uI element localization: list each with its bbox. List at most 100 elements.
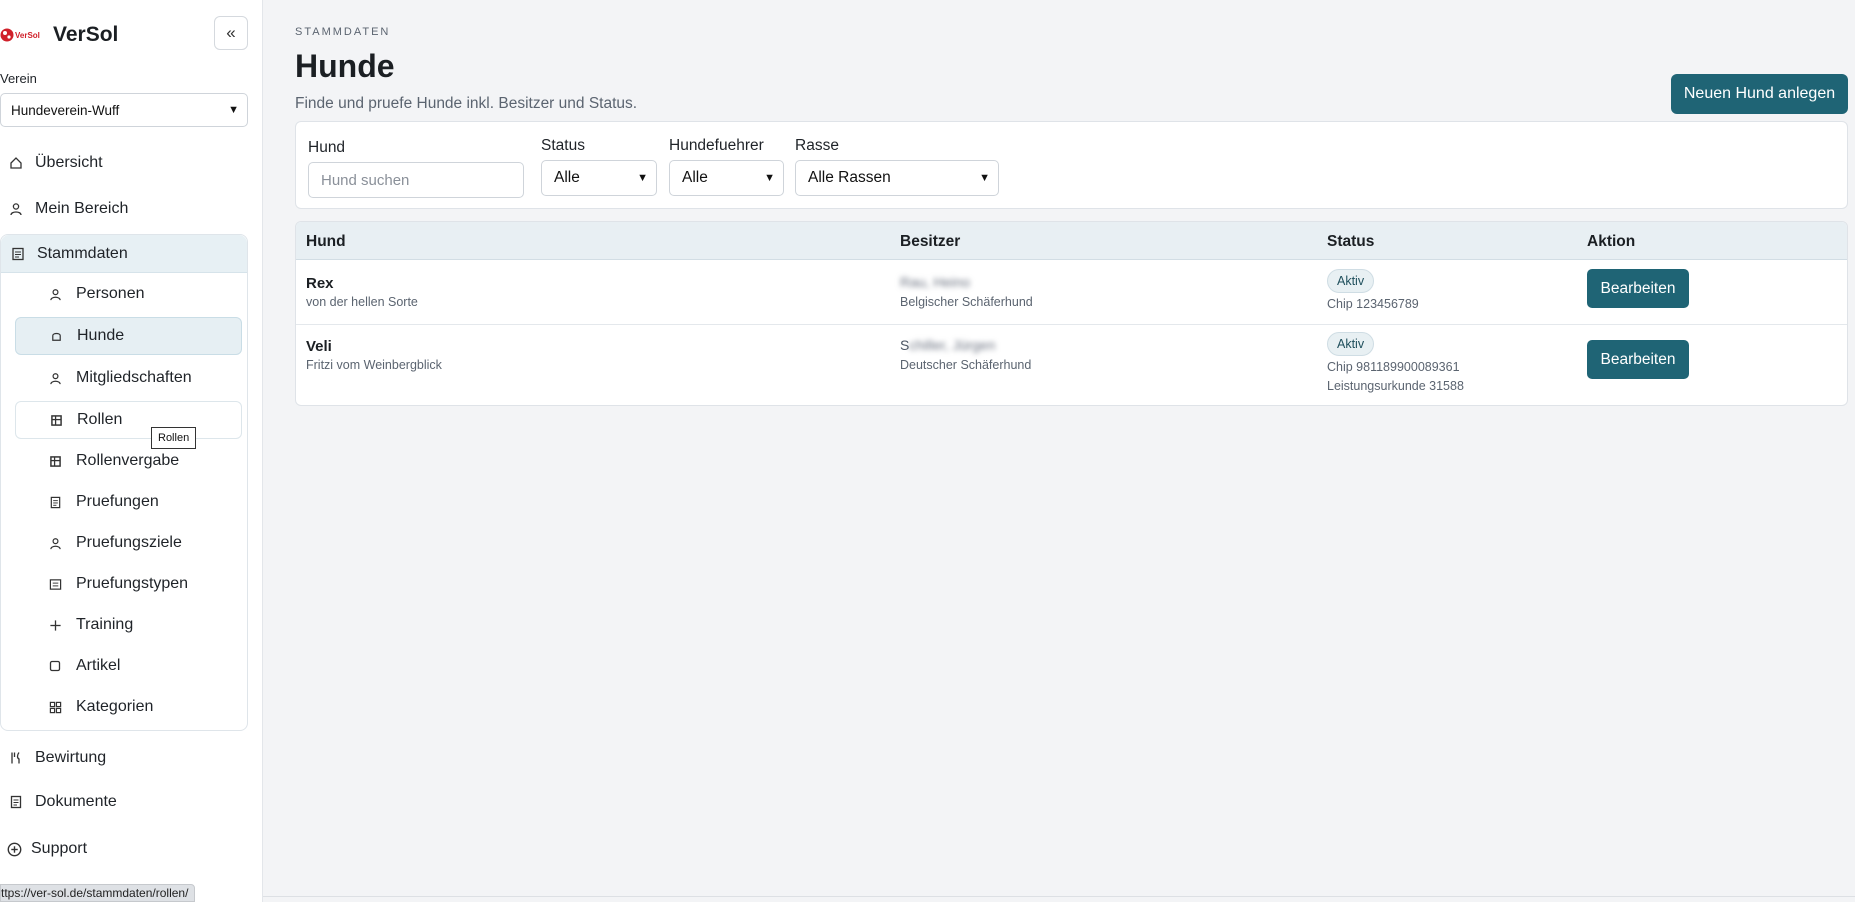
nav-item-dokumente[interactable]: Dokumente [0, 783, 248, 821]
status-badge: Aktiv [1327, 269, 1375, 293]
hund-filter-label: Hund [308, 139, 346, 156]
sidebar-item-mitgliedschaften[interactable]: Mitgliedschaften [15, 359, 242, 397]
sidebar-item-artikel[interactable]: Artikel [15, 647, 242, 685]
sidebar-item-label: Pruefungsziele [76, 534, 182, 551]
sidebar-item-label: Pruefungen [76, 493, 159, 510]
nav-item-label: Stammdaten [37, 244, 128, 262]
verein-label: Verein [0, 71, 37, 86]
brand[interactable]: VerSol VerSol [0, 20, 118, 50]
status-filter-label: Status [541, 137, 585, 154]
verein-value: Hundeverein-Wuff [11, 102, 120, 118]
column-header-besitzer[interactable]: Besitzer [900, 233, 960, 251]
status-badge: Aktiv [1327, 332, 1375, 356]
status-url: ttps://ver-sol.de/stammdaten/rollen/ [0, 884, 196, 902]
home-icon [5, 156, 27, 170]
edit-button[interactable]: Bearbeiten [1587, 340, 1689, 379]
sidebar-item-rollenvergabe[interactable]: Rollenvergabe [15, 442, 242, 480]
table-header: Hund Besitzer Status Aktion [296, 222, 1847, 260]
footer-divider [263, 896, 1855, 897]
leistungsurkunde: Leistungsurkunde 31588 [1327, 379, 1464, 393]
dogs-table: Hund Besitzer Status Aktion Rex von der … [295, 221, 1848, 406]
nav-item-uebersicht[interactable]: Übersicht [0, 144, 248, 182]
chevron-down-icon: ▼ [228, 104, 239, 116]
page-subtitle: Finde und pruefe Hunde inkl. Besitzer un… [295, 95, 638, 112]
column-header-aktion: Aktion [1587, 233, 1636, 250]
column-header-status[interactable]: Status [1327, 233, 1374, 251]
breadcrumb: STAMMDATEN [295, 26, 391, 38]
plus-circle-icon [3, 842, 25, 857]
rasse-filter-label: Rasse [795, 137, 839, 154]
document-icon [45, 496, 65, 509]
bell-icon [46, 330, 66, 343]
chip-number: Chip 123456789 [1327, 297, 1419, 311]
nav-group-stammdaten: Stammdaten Personen Hunde Mitgliedschaft… [0, 234, 248, 731]
square-icon [45, 660, 65, 672]
table-row[interactable]: Veli Fritzi vom Weinbergblick S chiller,… [296, 325, 1847, 405]
verein-select[interactable]: Hundeverein-Wuff ▼ [0, 93, 248, 127]
cutlery-icon [5, 751, 27, 765]
nav-item-stammdaten[interactable]: Stammdaten [1, 235, 247, 273]
hund-search-input[interactable]: Hund suchen [308, 162, 524, 198]
sidebar-item-pruefungen[interactable]: Pruefungen [15, 483, 242, 521]
sidebar-item-label: Training [76, 616, 134, 633]
chevron-down-icon: ▼ [979, 172, 990, 184]
user-icon [45, 288, 65, 301]
sidebar-item-hunde[interactable]: Hunde [15, 317, 242, 355]
table-row[interactable]: Rex von der hellen Sorte Rau, Heino Belg… [296, 261, 1847, 324]
double-chevron-left-icon: « [226, 23, 236, 42]
tooltip: Rollen [151, 427, 197, 449]
nav-item-label: Dokumente [35, 793, 117, 810]
grid-icon [45, 701, 65, 714]
sidebar-item-label: Personen [76, 285, 145, 302]
filter-panel: Hund Hund suchen Status Alle ▼ Hundefueh… [295, 121, 1848, 209]
nav-item-support[interactable]: Support [0, 830, 248, 868]
sidebar-item-label: Artikel [76, 657, 121, 674]
nav-item-label: Support [31, 840, 88, 857]
list-icon [45, 578, 65, 591]
document-icon [7, 247, 29, 261]
status-select[interactable]: Alle ▼ [541, 160, 657, 196]
dog-name: Rex [306, 275, 334, 292]
nav-item-label: Bewirtung [35, 749, 107, 766]
table-icon [46, 414, 66, 426]
sidebar-item-label: Hunde [77, 327, 125, 344]
dog-name: Veli [306, 338, 332, 355]
hundefuehrer-select[interactable]: Alle ▼ [669, 160, 784, 196]
sidebar-item-kategorien[interactable]: Kategorien [15, 688, 242, 726]
nav-item-label: Mein Bereich [35, 200, 129, 217]
sidebar-item-training[interactable]: Training [15, 606, 242, 644]
sidebar-item-label: Rollenvergabe [76, 452, 180, 469]
collapse-sidebar-button[interactable]: « [214, 16, 248, 50]
user-icon [45, 537, 65, 550]
owner-name-blurred: chiller, Jürgen [909, 337, 996, 353]
plus-icon [45, 619, 65, 632]
nav-item-mein-bereich[interactable]: Mein Bereich [0, 190, 248, 228]
sidebar: VerSol VerSol « Verein Hundeverein-Wuff … [0, 0, 263, 902]
app-name: VerSol [53, 23, 119, 46]
owner-name-initial: S [900, 337, 910, 353]
new-dog-button[interactable]: Neuen Hund anlegen [1671, 74, 1848, 114]
nav-item-bewirtung[interactable]: Bewirtung [0, 739, 248, 777]
sidebar-item-pruefungstypen[interactable]: Pruefungstypen [15, 565, 242, 603]
sidebar-item-rollen[interactable]: Rollen [15, 401, 242, 439]
edit-button[interactable]: Bearbeiten [1587, 269, 1689, 308]
page-title: Hunde [295, 48, 395, 84]
user-icon [45, 372, 65, 385]
hundefuehrer-select-value: Alle [682, 169, 708, 186]
dog-breed: Belgischer Schäferhund [900, 295, 1033, 309]
dog-kennel-name: Fritzi vom Weinbergblick [306, 358, 442, 372]
table-icon [45, 455, 65, 467]
svg-text:VerSol: VerSol [15, 31, 40, 40]
column-header-hund[interactable]: Hund [306, 233, 346, 251]
sidebar-item-label: Pruefungstypen [76, 575, 189, 592]
versol-logo: VerSol [0, 22, 44, 48]
dog-kennel-name: von der hellen Sorte [306, 295, 418, 309]
sidebar-item-pruefungsziele[interactable]: Pruefungsziele [15, 524, 242, 562]
chip-number: Chip 981189900089361 [1327, 360, 1460, 374]
rasse-select[interactable]: Alle Rassen ▼ [795, 160, 999, 196]
document-icon [5, 795, 27, 809]
hundefuehrer-filter-label: Hundefuehrer [669, 137, 764, 154]
sidebar-item-personen[interactable]: Personen [15, 275, 242, 313]
nav-item-label: Übersicht [35, 154, 103, 171]
chevron-down-icon: ▼ [764, 172, 775, 184]
